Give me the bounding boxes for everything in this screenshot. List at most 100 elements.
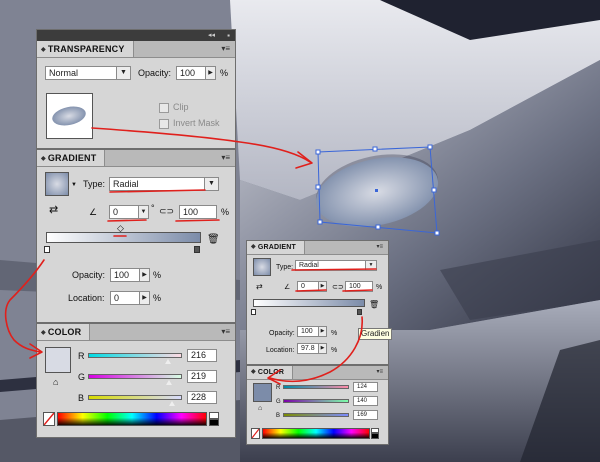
percent-label: % bbox=[376, 284, 383, 291]
reverse-gradient-icon[interactable]: ⇄ bbox=[256, 281, 263, 292]
invert-mask-checkbox[interactable] bbox=[159, 119, 169, 129]
black-swatch[interactable] bbox=[371, 433, 379, 439]
reverse-gradient-icon[interactable]: ⇄ bbox=[49, 205, 58, 216]
tab-gradient[interactable]: ◆ GRADIENT bbox=[37, 150, 106, 166]
gradient-type-select[interactable]: Radial ▼ bbox=[109, 177, 219, 191]
g-value: 140 bbox=[357, 398, 368, 404]
color-panel-small: ◆ COLOR ▾≡ ⌂ R 124 G 140 B 169 bbox=[246, 365, 389, 445]
tab-transparency[interactable]: ◆ TRANSPARENCY bbox=[37, 41, 134, 57]
gradient-swatch-dropdown-icon[interactable]: ▼ bbox=[71, 180, 77, 191]
expand-icon[interactable]: ◆ bbox=[41, 330, 46, 336]
panel-menu-icon[interactable]: ▾≡ bbox=[221, 327, 230, 336]
stop-opacity-field[interactable]: 100 ▶ bbox=[297, 326, 327, 337]
g-value-field[interactable]: 219 bbox=[187, 370, 217, 383]
stop-location-field[interactable]: 97.8 ▶ bbox=[297, 343, 327, 354]
g-value-field[interactable]: 140 bbox=[353, 396, 378, 406]
r-slider[interactable] bbox=[88, 353, 182, 358]
r-slider-thumb[interactable] bbox=[165, 359, 171, 364]
stop-opacity-field[interactable]: 100 ▶ bbox=[110, 268, 150, 282]
tab-gradient[interactable]: ◆ GRADIENT bbox=[247, 241, 305, 254]
g-slider[interactable] bbox=[283, 399, 349, 403]
angle-field[interactable]: 0 ▼ bbox=[109, 205, 149, 219]
chevron-right-icon[interactable]: ▶ bbox=[318, 327, 326, 336]
color-spectrum[interactable] bbox=[262, 428, 370, 439]
b-value-field[interactable]: 169 bbox=[353, 410, 378, 420]
opacity-label: Opacity: bbox=[138, 68, 172, 78]
black-swatch[interactable] bbox=[209, 419, 219, 426]
opacity-label: Opacity: bbox=[269, 330, 295, 337]
b-value-field[interactable]: 228 bbox=[187, 391, 217, 404]
percent-label: % bbox=[221, 207, 230, 217]
percent-label: % bbox=[153, 270, 162, 280]
none-swatch-icon[interactable] bbox=[251, 428, 260, 439]
fill-color-swatch[interactable] bbox=[253, 383, 272, 402]
gradient-preview-swatch[interactable] bbox=[45, 172, 69, 196]
aspect-ratio-icon: ⊂⊃ bbox=[332, 284, 344, 291]
panel-menu-icon[interactable]: ▾≡ bbox=[376, 243, 383, 250]
b-slider[interactable] bbox=[88, 395, 182, 400]
angle-icon: ∠ bbox=[89, 207, 98, 217]
chevron-right-icon[interactable]: ▶ bbox=[139, 292, 149, 304]
chevron-right-icon[interactable]: ▶ bbox=[139, 269, 149, 281]
out-of-gamut-icon[interactable]: ⌂ bbox=[53, 377, 58, 388]
gradient-stop-left[interactable] bbox=[44, 246, 50, 253]
opacity-field[interactable]: 100 ▶ bbox=[176, 66, 216, 80]
blend-mode-select[interactable]: Normal ▼ bbox=[45, 66, 131, 80]
none-swatch-icon[interactable] bbox=[43, 412, 55, 426]
chevron-down-icon[interactable]: ▼ bbox=[365, 261, 376, 270]
clip-checkbox[interactable] bbox=[159, 103, 169, 113]
stop-location-field[interactable]: 0 ▶ bbox=[110, 291, 150, 305]
tab-color[interactable]: ◆ COLOR bbox=[37, 324, 91, 340]
g-slider[interactable] bbox=[88, 374, 182, 379]
out-of-gamut-icon[interactable]: ⌂ bbox=[258, 403, 262, 414]
aspect-ratio-field[interactable]: 100 bbox=[179, 205, 217, 219]
fill-color-swatch[interactable] bbox=[45, 347, 71, 373]
panel-menu-icon[interactable]: ▾≡ bbox=[221, 44, 230, 53]
b-slider[interactable] bbox=[283, 413, 349, 417]
expand-icon[interactable]: ◆ bbox=[41, 47, 46, 53]
chevron-right-icon[interactable]: ▶ bbox=[318, 282, 326, 291]
r-value-field[interactable]: 216 bbox=[187, 349, 217, 362]
gradient-preview-swatch[interactable] bbox=[253, 258, 271, 276]
color-panel: ◆ COLOR ▾≡ ⌂ R 216 G 219 B 228 bbox=[36, 323, 236, 438]
none-slash-icon bbox=[44, 413, 54, 425]
tab-label: COLOR bbox=[47, 327, 82, 337]
trash-icon[interactable]: 🗑 bbox=[207, 234, 220, 245]
transparency-tab-row: ◆ TRANSPARENCY ▾≡ bbox=[37, 41, 235, 58]
close-icon[interactable]: ▪ bbox=[227, 31, 230, 40]
gradient-stop-left[interactable] bbox=[251, 309, 256, 315]
blend-mode-value: Normal bbox=[49, 68, 79, 78]
panel-menu-icon[interactable]: ▾≡ bbox=[221, 153, 230, 162]
gradient-slider[interactable] bbox=[46, 232, 201, 243]
gradient-stop-right[interactable] bbox=[357, 309, 362, 315]
gradient-type-select[interactable]: Radial ▼ bbox=[295, 260, 377, 271]
chevron-right-icon[interactable]: ▶ bbox=[205, 67, 215, 79]
g-slider-thumb[interactable] bbox=[166, 380, 172, 385]
angle-field[interactable]: 0 ▶ bbox=[297, 281, 327, 292]
color-spectrum[interactable] bbox=[57, 412, 207, 426]
aspect-ratio-field[interactable]: 100 bbox=[345, 281, 373, 292]
panel-menu-icon[interactable]: ▾≡ bbox=[376, 368, 383, 375]
tab-color[interactable]: ◆ COLOR bbox=[247, 366, 294, 379]
expand-icon[interactable]: ◆ bbox=[251, 369, 256, 375]
b-label: B bbox=[78, 393, 85, 403]
gradient-type-value: Radial bbox=[299, 262, 319, 269]
r-slider[interactable] bbox=[283, 385, 349, 389]
white-swatch[interactable] bbox=[209, 412, 219, 419]
chevron-down-icon[interactable]: ▼ bbox=[138, 206, 148, 218]
b-slider-thumb[interactable] bbox=[169, 401, 175, 406]
gradient-slider[interactable] bbox=[253, 299, 365, 307]
trash-icon[interactable]: 🗑 bbox=[369, 299, 379, 310]
gradient-tab-row: ◆ GRADIENT ▾≡ bbox=[247, 241, 388, 255]
expand-icon[interactable]: ◆ bbox=[251, 244, 256, 250]
chevron-right-icon[interactable]: ▶ bbox=[318, 344, 326, 353]
gradient-stop-right[interactable] bbox=[194, 246, 200, 253]
panel-title-bar[interactable]: ◂◂ ▪ bbox=[37, 30, 235, 41]
chevron-down-icon[interactable]: ▼ bbox=[204, 178, 218, 190]
angle-value: 0 bbox=[301, 283, 305, 290]
r-value-field[interactable]: 124 bbox=[353, 382, 378, 392]
expand-icon[interactable]: ◆ bbox=[41, 156, 46, 162]
double-chevron-icon[interactable]: ◂◂ bbox=[208, 32, 215, 39]
object-thumbnail[interactable] bbox=[46, 93, 93, 139]
chevron-down-icon[interactable]: ▼ bbox=[116, 67, 130, 79]
